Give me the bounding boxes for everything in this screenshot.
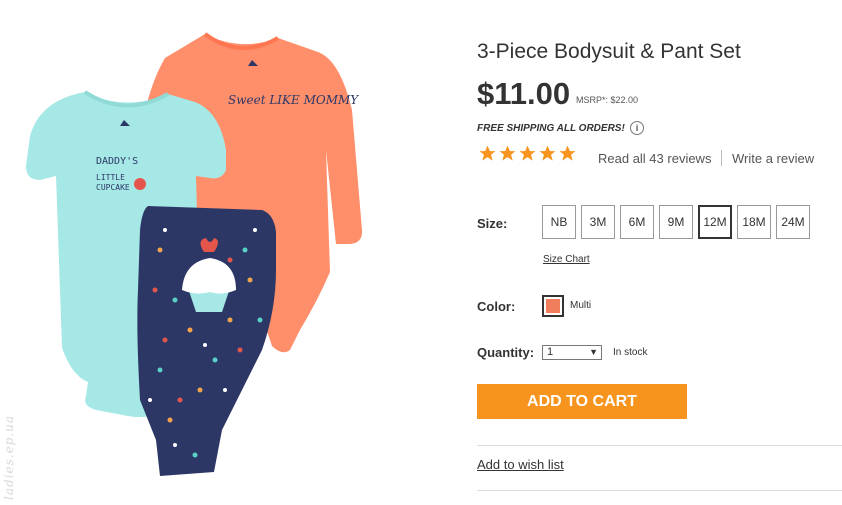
- size-options: NB 3M 6M 9M 12M 18M 24M: [542, 205, 810, 239]
- size-option-3m[interactable]: 3M: [581, 205, 615, 239]
- size-option-24m[interactable]: 24M: [776, 205, 810, 239]
- watermark: ladies.ep.ua: [2, 414, 16, 500]
- stock-status: In stock: [613, 347, 648, 358]
- review-divider: [721, 150, 722, 166]
- quantity-label: Quantity:: [477, 345, 535, 360]
- free-shipping-note: FREE SHIPPING ALL ORDERS!: [477, 123, 625, 134]
- daddy-graphic-text-3: CUPCAKE: [96, 183, 130, 192]
- info-icon[interactable]: i: [630, 121, 644, 135]
- quantity-select[interactable]: 1 ▼: [542, 345, 602, 360]
- star-icon: [479, 145, 496, 161]
- read-reviews-link[interactable]: Read all 43 reviews: [598, 151, 711, 166]
- daddy-graphic-text-2: LITTLE: [96, 173, 125, 182]
- size-option-nb[interactable]: NB: [542, 205, 576, 239]
- add-to-wish-list-link[interactable]: Add to wish list: [477, 457, 564, 472]
- star-icon: [539, 145, 556, 161]
- size-chart-link[interactable]: Size Chart: [543, 254, 590, 265]
- divider-top: [477, 445, 842, 446]
- color-swatch-multi[interactable]: [542, 295, 564, 317]
- size-label: Size:: [477, 216, 508, 231]
- rating-stars: [478, 144, 577, 168]
- swatch-fill: [546, 299, 560, 313]
- product-title: 3-Piece Bodysuit & Pant Set: [477, 40, 741, 63]
- divider-bottom: [477, 490, 842, 491]
- star-icon: [559, 145, 576, 161]
- product-image: Sweet LIKE MOMMY DADDY'S LITTLE CUPCAKE: [26, 32, 363, 476]
- star-icon: [499, 145, 516, 161]
- quantity-value: 1: [547, 346, 554, 358]
- daddy-graphic-text: DADDY'S: [96, 156, 138, 167]
- add-to-cart-button[interactable]: ADD TO CART: [477, 384, 687, 419]
- msrp-price: MSRP*: $22.00: [576, 95, 639, 105]
- chevron-down-icon: ▼: [589, 347, 598, 357]
- star-icon: [519, 145, 536, 161]
- size-option-9m[interactable]: 9M: [659, 205, 693, 239]
- navy-pants: [137, 206, 276, 476]
- write-review-link[interactable]: Write a review: [732, 151, 814, 166]
- color-label: Color:: [477, 299, 516, 314]
- sweet-graphic-text: Sweet LIKE MOMMY: [228, 93, 359, 107]
- size-option-18m[interactable]: 18M: [737, 205, 771, 239]
- size-option-12m[interactable]: 12M: [698, 205, 732, 239]
- size-option-6m[interactable]: 6M: [620, 205, 654, 239]
- product-price: $11.00: [477, 76, 571, 111]
- color-name: Multi: [570, 300, 592, 311]
